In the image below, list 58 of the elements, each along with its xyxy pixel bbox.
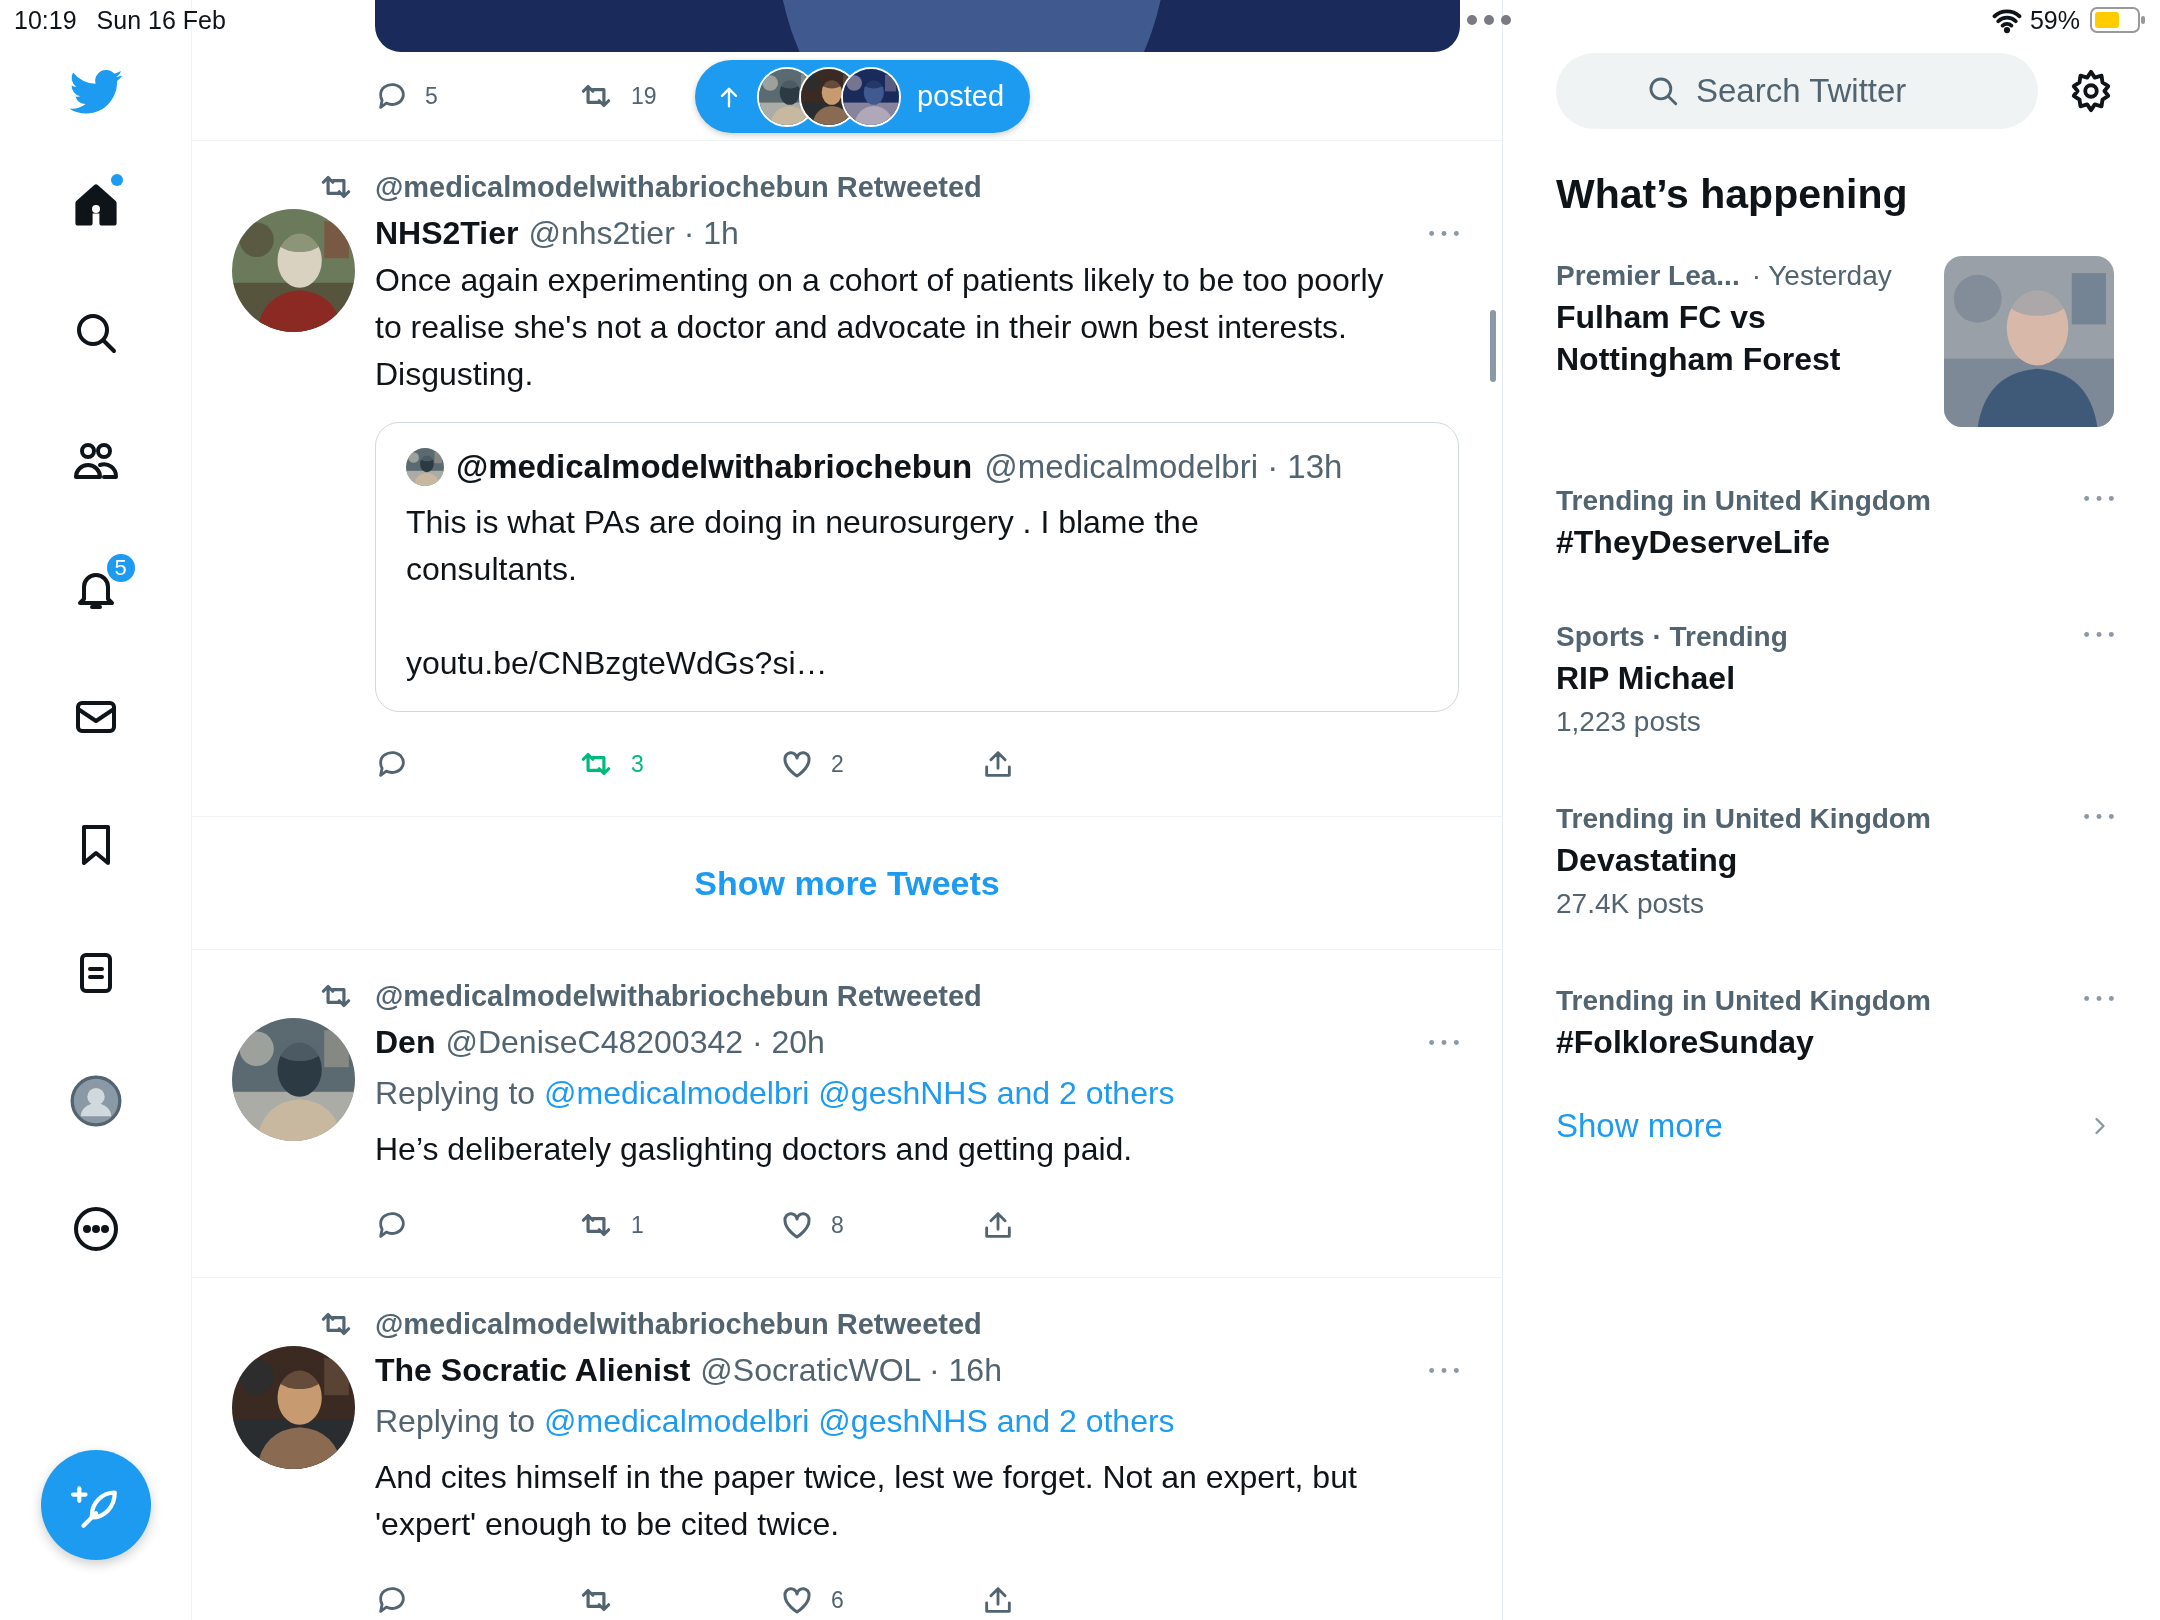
author-handle-time: @DeniseC48200342 · 20h bbox=[445, 1023, 826, 1062]
trend-title[interactable]: RIP Michael bbox=[1556, 657, 2064, 699]
trend-category: Sports · Trending bbox=[1556, 620, 1788, 654]
quote-text: This is what PAs are doing in neurosurgery . I blame the consultants. bbox=[406, 503, 1200, 589]
author-handle-time: @nhs2tier · 1h bbox=[528, 214, 740, 253]
more-options-icon bbox=[1429, 1366, 1459, 1374]
retweeted-by-label: @medicalmodelwithabriochebun Retweeted bbox=[375, 170, 983, 205]
more-options-icon bbox=[1429, 229, 1459, 237]
like-button[interactable]: 2 bbox=[779, 746, 844, 782]
reply-button[interactable]: 5 bbox=[375, 79, 438, 113]
author-name[interactable]: The Socratic Alienist bbox=[375, 1346, 691, 1394]
ellipsis-icon bbox=[1465, 14, 1512, 26]
quote-handle-time: @medicalmodelbri · 13h bbox=[984, 447, 1343, 487]
compose-button[interactable] bbox=[41, 1450, 151, 1560]
retweet-button[interactable]: 19 bbox=[577, 77, 657, 115]
tweet-menu[interactable] bbox=[1429, 229, 1459, 237]
trend-title[interactable]: Devastating bbox=[1556, 839, 2064, 881]
author-name[interactable]: Den bbox=[375, 1018, 436, 1066]
retweet-button[interactable]: 1 bbox=[577, 1206, 644, 1244]
trend-category: Trending in United Kingdom bbox=[1556, 484, 1931, 518]
retweeted-by-label: @medicalmodelwithabriochebun Retweeted bbox=[375, 1307, 983, 1342]
reply-context: Replying to @medicalmodelbri @geshNHS and 2 others bbox=[375, 1074, 1176, 1113]
tweet-menu[interactable] bbox=[1429, 1366, 1459, 1374]
section-title: What’s happening bbox=[1556, 171, 1909, 218]
search-field[interactable]: Search Twitter bbox=[1694, 71, 1948, 111]
trend-title[interactable]: Fulham FC vs Nottingham Forest bbox=[1556, 296, 1924, 380]
trend-time: · Yesterday bbox=[1751, 259, 1892, 293]
quote-link[interactable]: youtu.be/CNBzgteWdGs?si… bbox=[406, 640, 1428, 687]
status-date: Sun 16 Feb bbox=[96, 5, 226, 35]
more-options-icon bbox=[2084, 813, 2114, 820]
more-options-icon bbox=[2084, 631, 2114, 638]
retweeted-by-label: @medicalmodelwithabriochebun Retweeted bbox=[375, 979, 983, 1014]
trend-category: Trending in United Kingdom bbox=[1556, 802, 1931, 836]
trend-title[interactable]: #FolkloreSunday bbox=[1556, 1021, 2064, 1063]
trend-count: 1,223 posts bbox=[1556, 705, 1702, 739]
like-button[interactable]: 8 bbox=[779, 1207, 844, 1243]
more-options-icon bbox=[2084, 495, 2114, 502]
more-options-icon bbox=[1429, 1038, 1459, 1046]
notification-badge: 5 bbox=[104, 552, 137, 584]
battery-percent: 59% bbox=[2029, 5, 2080, 35]
battery-icon bbox=[2090, 7, 2146, 33]
trend-category: Premier Lea... bbox=[1556, 259, 1740, 293]
tweet-menu[interactable] bbox=[1429, 1038, 1459, 1046]
status-time: 10:19 bbox=[14, 5, 77, 35]
reply-context: Replying to @medicalmodelbri @geshNHS and 2 others bbox=[375, 1402, 1176, 1441]
search-bar[interactable]: Search Twitter bbox=[1556, 53, 2038, 129]
tweet-text: He’s deliberately gaslighting doctors and getting paid. bbox=[375, 1130, 1134, 1169]
like-button[interactable]: 6 bbox=[779, 1582, 844, 1618]
trend-count: 27.4K posts bbox=[1556, 887, 1705, 921]
tweet-text: Once again experimenting on a cohort of patients likely to be too poorly to realise she's not a doctor and advocate in their own best interests. Disgusting. bbox=[375, 261, 1385, 394]
trend-category: Trending in United Kingdom bbox=[1556, 984, 1931, 1018]
quote-author-name: @medicalmodelwithabriochebun bbox=[456, 447, 973, 487]
quoted-tweet[interactable]: @medicalmodelwithabriochebun @medicalmodelbri · 13h This is what PAs are doing in neurosurgery . I blame the consultants. youtu.be/CNBzgteWdGs?si… bbox=[375, 422, 1459, 712]
author-handle-time: @SocraticWOL · 16h bbox=[700, 1351, 1003, 1390]
more-options-icon bbox=[2084, 995, 2114, 1002]
trend-title[interactable]: #TheyDeserveLife bbox=[1556, 521, 2064, 563]
author-name[interactable]: NHS2Tier bbox=[375, 209, 519, 257]
tweet-text: And cites himself in the paper twice, lest we forget. Not an expert, but 'expert' enough to be cited twice. bbox=[375, 1458, 1358, 1544]
